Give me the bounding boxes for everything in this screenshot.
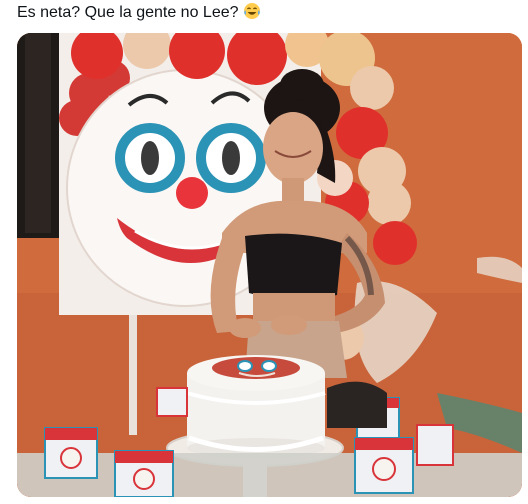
tweet-text: Es neta? Que la gente no Lee? xyxy=(17,4,239,21)
tweet-text-row: Es neta? Que la gente no Lee? xyxy=(17,2,261,26)
tears-of-joy-emoji-icon xyxy=(243,2,261,26)
tweet-photo[interactable] xyxy=(17,33,522,497)
tweet-card: Es neta? Que la gente no Lee? xyxy=(0,0,528,504)
